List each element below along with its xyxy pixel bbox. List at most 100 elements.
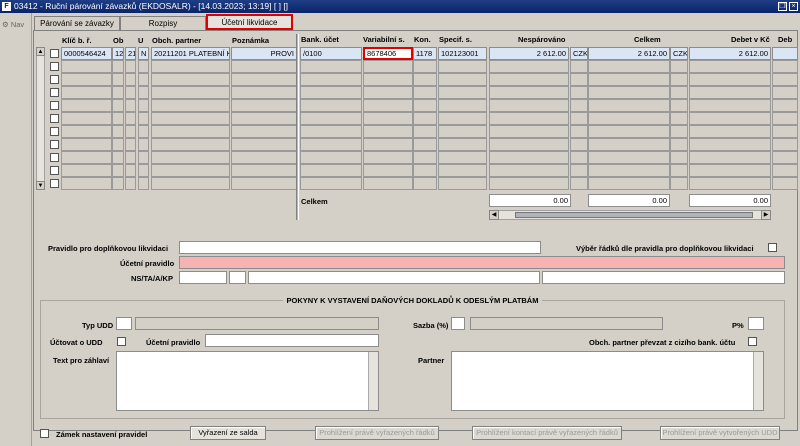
right-cell-spec[interactable]: 102123001 [438, 47, 487, 60]
pct-field[interactable] [748, 317, 764, 330]
scroll-thumb[interactable] [515, 212, 753, 218]
right-cell-celkem[interactable] [588, 99, 670, 112]
scroll-up-icon[interactable]: ▲ [36, 47, 45, 56]
left-cell-klic[interactable] [61, 164, 112, 177]
right-cell-nespar[interactable] [489, 112, 569, 125]
row-checkbox[interactable] [50, 101, 59, 110]
right-cell-nespar[interactable] [489, 125, 569, 138]
right-cell-bank[interactable] [300, 164, 362, 177]
right-cell-debet[interactable] [689, 125, 771, 138]
left-scrollbar[interactable] [36, 47, 45, 190]
left-cell-klic[interactable] [61, 73, 112, 86]
left-cell-n[interactable] [138, 151, 149, 164]
left-cell-partner[interactable] [151, 60, 230, 73]
tab-parovani[interactable]: Párování se závazky [34, 16, 120, 30]
typ-udd-field[interactable] [116, 317, 132, 330]
left-cell-poznamka[interactable] [231, 138, 297, 151]
right-cell-kon[interactable] [413, 164, 437, 177]
left-cell-klic[interactable] [61, 125, 112, 138]
left-cell-klic[interactable] [61, 99, 112, 112]
right-cell-cur2[interactable] [670, 86, 688, 99]
left-cell-n[interactable] [138, 112, 149, 125]
right-cell-cur1[interactable] [570, 151, 588, 164]
right-cell-nespar[interactable] [489, 151, 569, 164]
row-checkbox[interactable] [50, 166, 59, 175]
right-cell-var[interactable] [363, 164, 413, 177]
right-cell-extra[interactable] [772, 177, 798, 190]
right-cell-kon[interactable] [413, 125, 437, 138]
row-checkbox[interactable] [50, 49, 59, 58]
left-cell-u[interactable] [125, 138, 136, 151]
left-cell-klic[interactable] [61, 112, 112, 125]
right-cell-var[interactable] [363, 177, 413, 190]
right-cell-nespar[interactable] [489, 73, 569, 86]
left-cell-ob[interactable] [112, 99, 124, 112]
left-cell-n[interactable] [138, 86, 149, 99]
right-cell-bank[interactable] [300, 60, 362, 73]
left-cell-partner[interactable] [151, 125, 230, 138]
right-cell-bank[interactable] [300, 73, 362, 86]
left-cell-ob[interactable] [112, 125, 124, 138]
sazba-field[interactable] [451, 317, 465, 330]
right-cell-extra[interactable] [772, 47, 798, 60]
right-cell-bank[interactable] [300, 151, 362, 164]
row-checkbox[interactable] [50, 75, 59, 84]
right-cell-celkem[interactable] [588, 177, 670, 190]
left-cell-poznamka[interactable] [231, 73, 297, 86]
right-cell-bank[interactable] [300, 177, 362, 190]
right-cell-var[interactable] [363, 138, 413, 151]
right-cell-bank[interactable] [300, 86, 362, 99]
ucetni-pravidlo-field[interactable] [179, 256, 785, 269]
ns-field[interactable] [179, 271, 227, 284]
right-cell-cur1[interactable] [570, 112, 588, 125]
right-cell-bank[interactable] [300, 138, 362, 151]
left-cell-partner[interactable] [151, 73, 230, 86]
prohlizeni-udd-button[interactable]: Prohlížení právě vytvořených UDD [660, 426, 780, 440]
left-cell-ob[interactable] [112, 151, 124, 164]
right-cell-celkem[interactable]: 2 612.00 [588, 47, 670, 60]
right-cell-spec[interactable] [438, 60, 487, 73]
ta-field[interactable] [229, 271, 246, 284]
right-cell-debet[interactable] [689, 86, 771, 99]
right-cell-cur2[interactable] [670, 151, 688, 164]
right-cell-debet[interactable] [689, 138, 771, 151]
left-cell-n[interactable] [138, 60, 149, 73]
right-cell-celkem[interactable] [588, 60, 670, 73]
text-zahlavi-scrollbar[interactable] [368, 352, 378, 410]
right-cell-bank[interactable] [300, 99, 362, 112]
left-cell-poznamka[interactable] [231, 177, 297, 190]
right-cell-extra[interactable] [772, 151, 798, 164]
right-cell-spec[interactable] [438, 151, 487, 164]
right-cell-cur1[interactable]: CZK [570, 47, 588, 60]
scroll-down-icon[interactable]: ▼ [36, 181, 45, 190]
right-cell-nespar[interactable] [489, 164, 569, 177]
left-cell-klic[interactable] [61, 138, 112, 151]
left-cell-klic[interactable] [61, 86, 112, 99]
restore-icon[interactable]: ❐ [778, 2, 787, 11]
right-cell-debet[interactable] [689, 164, 771, 177]
left-cell-partner[interactable]: 20211201 PLATEBNÍ K [151, 47, 230, 60]
right-cell-extra[interactable] [772, 125, 798, 138]
right-cell-celkem[interactable] [588, 73, 670, 86]
right-cell-var[interactable] [363, 125, 413, 138]
right-cell-cur1[interactable] [570, 164, 588, 177]
right-cell-cur2[interactable]: CZK [670, 47, 688, 60]
pravidlo-field[interactable] [179, 241, 541, 254]
left-cell-ob[interactable] [112, 60, 124, 73]
row-checkbox[interactable] [50, 179, 59, 188]
right-cell-cur1[interactable] [570, 99, 588, 112]
right-cell-kon[interactable] [413, 151, 437, 164]
right-cell-nespar[interactable] [489, 99, 569, 112]
right-cell-spec[interactable] [438, 73, 487, 86]
left-cell-ob[interactable] [112, 86, 124, 99]
right-cell-cur2[interactable] [670, 73, 688, 86]
left-cell-partner[interactable] [151, 99, 230, 112]
left-cell-n[interactable] [138, 73, 149, 86]
right-cell-nespar[interactable]: 2 612.00 [489, 47, 569, 60]
left-cell-poznamka[interactable] [231, 60, 297, 73]
right-cell-kon[interactable] [413, 177, 437, 190]
right-cell-kon[interactable] [413, 60, 437, 73]
right-cell-extra[interactable] [772, 60, 798, 73]
right-cell-kon[interactable]: 1178 [413, 47, 437, 60]
scroll-right-icon[interactable]: ▶ [761, 210, 771, 220]
